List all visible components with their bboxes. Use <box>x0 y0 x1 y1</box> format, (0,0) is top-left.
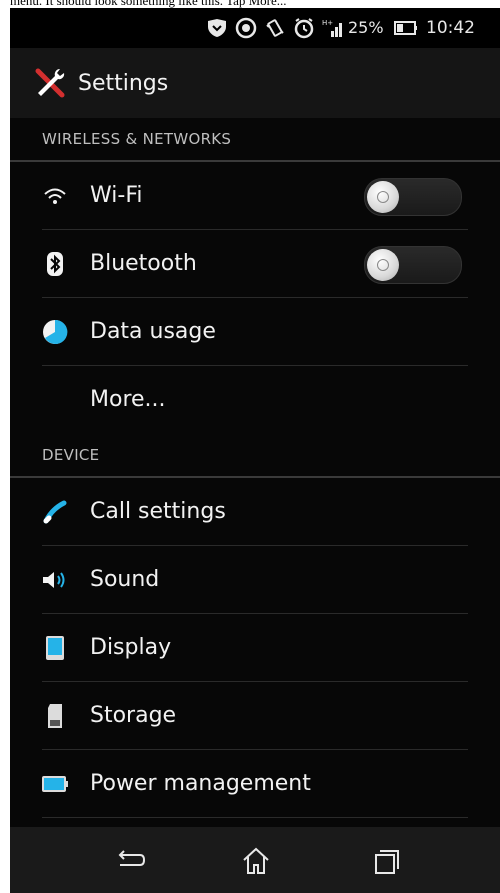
section-title: WIRELESS & NETWORKS <box>42 130 232 148</box>
recent-apps-icon[interactable] <box>364 841 408 881</box>
caption-text: menu. It should look something like this… <box>10 0 287 8</box>
shield-icon <box>206 16 228 40</box>
battery-percent: 25% <box>348 18 384 37</box>
section-title: DEVICE <box>42 446 100 464</box>
settings-item-storage[interactable]: Storage <box>10 682 500 750</box>
action-bar: Settings <box>10 48 500 118</box>
item-label: Sound <box>90 567 160 592</box>
divider <box>42 817 468 818</box>
section-header-wireless: WIRELESS & NETWORKS <box>10 118 500 162</box>
settings-item-display[interactable]: Display <box>10 614 500 682</box>
page-title: Settings <box>78 71 169 96</box>
bluetooth-toggle[interactable] <box>364 246 462 284</box>
phone-screen: H+ 25% 10:42 Settings WIRELESS & NETWORK… <box>10 8 500 893</box>
status-bar: H+ 25% 10:42 <box>10 8 500 48</box>
item-label: Data usage <box>90 319 216 344</box>
settings-item-wifi[interactable]: Wi-Fi <box>10 162 500 230</box>
settings-item-bluetooth[interactable]: Bluetooth <box>10 230 500 298</box>
navigation-bar <box>10 827 500 893</box>
speaker-icon <box>40 565 70 595</box>
section-header-device: DEVICE <box>10 434 500 478</box>
settings-item-more[interactable]: More... <box>10 366 500 434</box>
wifi-toggle[interactable] <box>364 178 462 216</box>
item-label: Bluetooth <box>90 251 197 276</box>
alarm-icon <box>293 16 315 40</box>
phone-icon <box>40 497 70 527</box>
settings-item-call-settings[interactable]: Call settings <box>10 478 500 546</box>
svg-text:H+: H+ <box>322 19 333 27</box>
signal-icon: H+ <box>322 16 344 40</box>
bluetooth-icon <box>40 249 70 279</box>
settings-item-sound[interactable]: Sound <box>10 546 500 614</box>
sync-icon <box>235 16 257 40</box>
home-icon[interactable] <box>234 841 278 881</box>
back-icon[interactable] <box>108 841 152 881</box>
battery-icon <box>394 16 418 40</box>
vibrate-icon <box>264 16 286 40</box>
item-label: Display <box>90 635 172 660</box>
item-label: Power management <box>90 771 311 796</box>
wifi-icon <box>40 181 70 211</box>
settings-item-power-management[interactable]: Power management <box>10 750 500 818</box>
clock: 10:42 <box>426 18 475 38</box>
toggle-knob <box>367 181 399 213</box>
battery-icon <box>40 769 70 799</box>
item-label: Storage <box>90 703 177 728</box>
item-label: Call settings <box>90 499 226 524</box>
settings-tools-icon <box>30 63 70 103</box>
item-label: Wi-Fi <box>90 183 143 208</box>
settings-item-data-usage[interactable]: Data usage <box>10 298 500 366</box>
display-icon <box>40 633 70 663</box>
toggle-knob <box>367 249 399 281</box>
data-usage-icon <box>40 317 70 347</box>
storage-icon <box>40 701 70 731</box>
item-label: More... <box>90 387 166 412</box>
